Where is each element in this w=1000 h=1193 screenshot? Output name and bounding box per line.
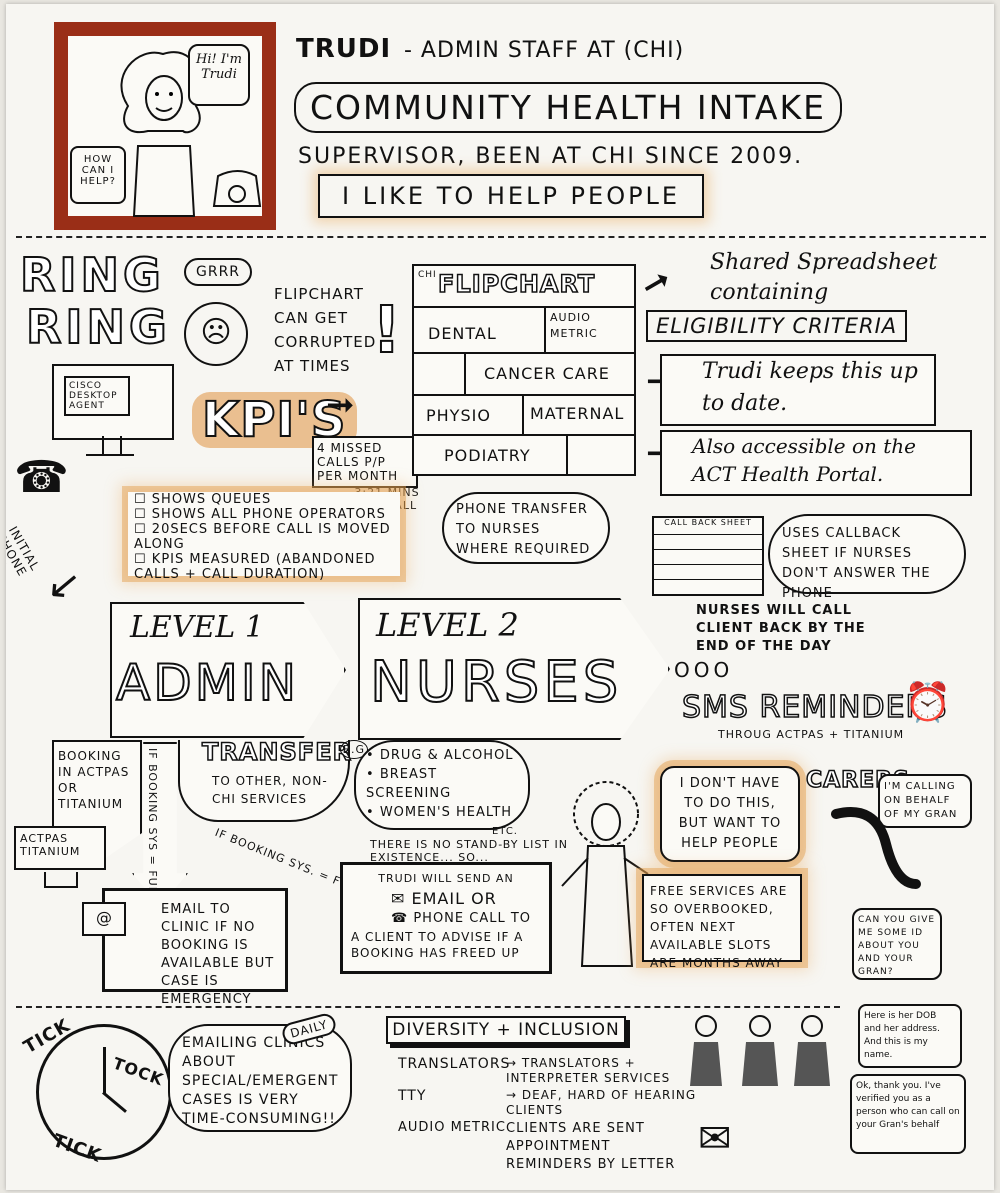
booking-text: BOOKING IN ACTPAS OR TITANIUM [58,749,130,811]
flipchart-cell: AUDIO METRIC [550,311,598,340]
divider-top [16,236,986,238]
hi-bubble: Hi! I'm Trudi [188,44,250,106]
standby-box: TRUDI WILL SEND AN ✉ EMAIL OR ☎ PHONE CA… [340,862,552,974]
ring-line1: RING [19,247,165,303]
actpas-monitor: ACTPAS TITANIUM [14,826,106,870]
service-item: • BREAST SCREENING [366,767,452,801]
standby-email: ✉ EMAIL OR [391,889,497,908]
standby-head: THERE IS NO STAND-BY LIST IN EXISTENCE..… [370,838,568,864]
trudi-figure-icon [561,781,649,967]
diversity-row-right: → DEAF, HARD OF HEARING CLIENTS [506,1088,697,1117]
free-services-box: FREE SERVICES ARE SO OVERBOOKED, OFTEN N… [642,874,802,970]
phone-icon: ☎ [14,452,69,503]
flipchart-cell: MATERNAL [530,404,625,423]
standby-client: A CLIENT TO ADVISE IF A BOOKING HAS FREE… [351,930,524,960]
letter-quill-icon: ✉ [698,1116,732,1162]
header-quote: I LIKE TO HELP PEOPLE [318,174,705,218]
emailing-cloud: EMAILING CLINICS ABOUT SPECIAL/EMERGENT … [168,1024,352,1132]
flipchart-cell: DENTAL [428,324,497,343]
trudi-says-box: I DON'T HAVE TO DO THIS, BUT WANT TO HEL… [660,766,800,862]
actpas-monitor-base [44,872,78,888]
diversity-title: DIVERSITY + INCLUSION [386,1016,626,1044]
booking-if-full: IF BOOKING SYS = FULL [146,748,159,901]
note-trudi-keeps: Trudi keeps this up to date. [660,354,936,426]
standby-phone: ☎ PHONE CALL TO [391,911,532,926]
ring-line2: RING [25,299,171,355]
callback-sheet-label: CALL BACK SHEET [654,518,762,527]
diversity-row-left: AUDIO METRIC [398,1120,506,1135]
header-role: - ADMIN STAFF AT (CHI) [404,38,685,63]
transfer-services-cloud: • DRUG & ALCOHOL • BREAST SCREENING • WO… [354,740,530,837]
service-item: • WOMEN'S HEALTH [366,805,513,820]
help-bubble: HOW CAN I HELP? [70,146,126,204]
carers-q4: Ok, thank you. I've verified you as a pe… [850,1074,966,1154]
cisco-monitor: CISCO DESKTOP AGENT [52,364,174,440]
carers-q3: Here is her DOB and her address. And thi… [858,1004,962,1068]
level1-name: ADMIN [115,653,299,713]
kpi-item: ☐ SHOWS ALL PHONE OPERATORS [134,507,386,522]
standby-will: TRUDI WILL SEND AN [378,872,514,885]
kpi-list: ☐ SHOWS QUEUES ☐ SHOWS ALL PHONE OPERATO… [128,492,400,582]
flipchart-cell: CANCER CARE [484,364,610,383]
monitor-base [86,454,134,456]
note-portal: Also accessible on the ACT Health Portal… [660,430,972,496]
note-eligibility: ELIGIBILITY CRITERIA [646,310,908,342]
nurses-callback-note: NURSES WILL CALL CLIENT BACK BY THE END … [696,603,866,654]
kpi-item: ☐ 20SECS BEFORE CALL IS MOVED ALONG [134,522,391,552]
header-since: SUPERVISOR, BEEN AT CHI SINCE 2009. [298,144,804,169]
sms-sub: THROUG ACTPAS + TITANIUM [718,728,905,741]
level2-label: LEVEL 2 [376,606,519,644]
angry-face-icon: ☹ [184,302,248,366]
email-clinic-box: EMAIL TO CLINIC IF NO BOOKING IS AVAILAB… [102,888,288,1007]
envelope-icon: @ [82,902,126,936]
note-portal-line2: ACT Health Portal. [692,462,884,486]
diversity-row-left: TTY [398,1088,427,1104]
phone-handset-icon [831,807,921,889]
phone-small-icon: ☎ [391,911,414,926]
phone-transfer-cloud: PHONE TRANSFER TO NURSES WHERE REQUIRED [442,492,610,564]
flipchart: CHI FLIPCHART DENTAL AUDIO METRIC CANCER… [412,264,636,476]
portrait-frame: Hi! I'm Trudi HOW CAN I HELP? [54,22,276,230]
header-name: TRUDI [296,34,392,64]
callback-cloud: USES CALLBACK SHEET IF NURSES DON'T ANSW… [768,514,966,601]
cisco-label: CISCO DESKTOP AGENT [64,376,130,416]
diversity-row-right: CLIENTS ARE SENT APPOINTMENT REMINDERS B… [506,1121,676,1172]
transfer-title: TRANSFER [201,737,353,767]
note-portal-line1: Also accessible on the [692,434,917,458]
flipchart-complaint: FLIPCHART CAN GET CORRUPTED AT TIMES [274,285,377,375]
kpi-missed-calls: 4 MISSED CALLS P/P PER MONTH [312,436,418,488]
people-icon [690,1015,830,1086]
transfer-desc: TO OTHER, NON-CHI SERVICES [212,774,328,806]
grrr-bubble: GRRR [184,258,253,286]
flipchart-cell: PODIATRY [444,446,531,465]
monitor-stand [102,436,122,454]
carers-q2: CAN YOU GIVE ME SOME ID ABOUT YOU AND YO… [852,908,942,980]
diversity-row-right: → TRANSLATORS + INTERPRETER SERVICES [506,1056,671,1085]
exclamation-mark: ! [371,293,403,369]
note-spreadsheet-text: Shared Spreadsheet containing [710,250,938,305]
flipchart-tag: CHI [418,270,437,280]
flipchart-title: FLIPCHART [437,269,596,299]
callback-sheet: CALL BACK SHEET [652,516,764,596]
ooo-dots: OOO [674,658,734,682]
sketchnote-sheet: Hi! I'm Trudi HOW CAN I HELP? TRUDI - AD… [6,4,994,1190]
to-flipchart-arrow: ➞ [326,385,355,425]
kpi-item: ☐ SHOWS QUEUES [134,492,272,507]
header-dept: COMMUNITY HEALTH INTAKE [294,82,842,133]
flipchart-cell: PHYSIO [426,406,491,425]
service-item: • DRUG & ALCOHOL [366,748,514,763]
diversity-row-left: TRANSLATORS [398,1056,511,1072]
note-spreadsheet: Shared Spreadsheet containing ELIGIBILIT… [646,248,940,344]
alarm-clock-icon: ⏰ [904,680,952,724]
kpi-item: ☐ KPIs MEASURED (ABANDONED CALLS + CALL … [134,552,376,582]
level1-label: LEVEL 1 [130,610,264,645]
email-icon: ✉ [391,889,412,908]
level2-name: NURSES [369,649,623,716]
